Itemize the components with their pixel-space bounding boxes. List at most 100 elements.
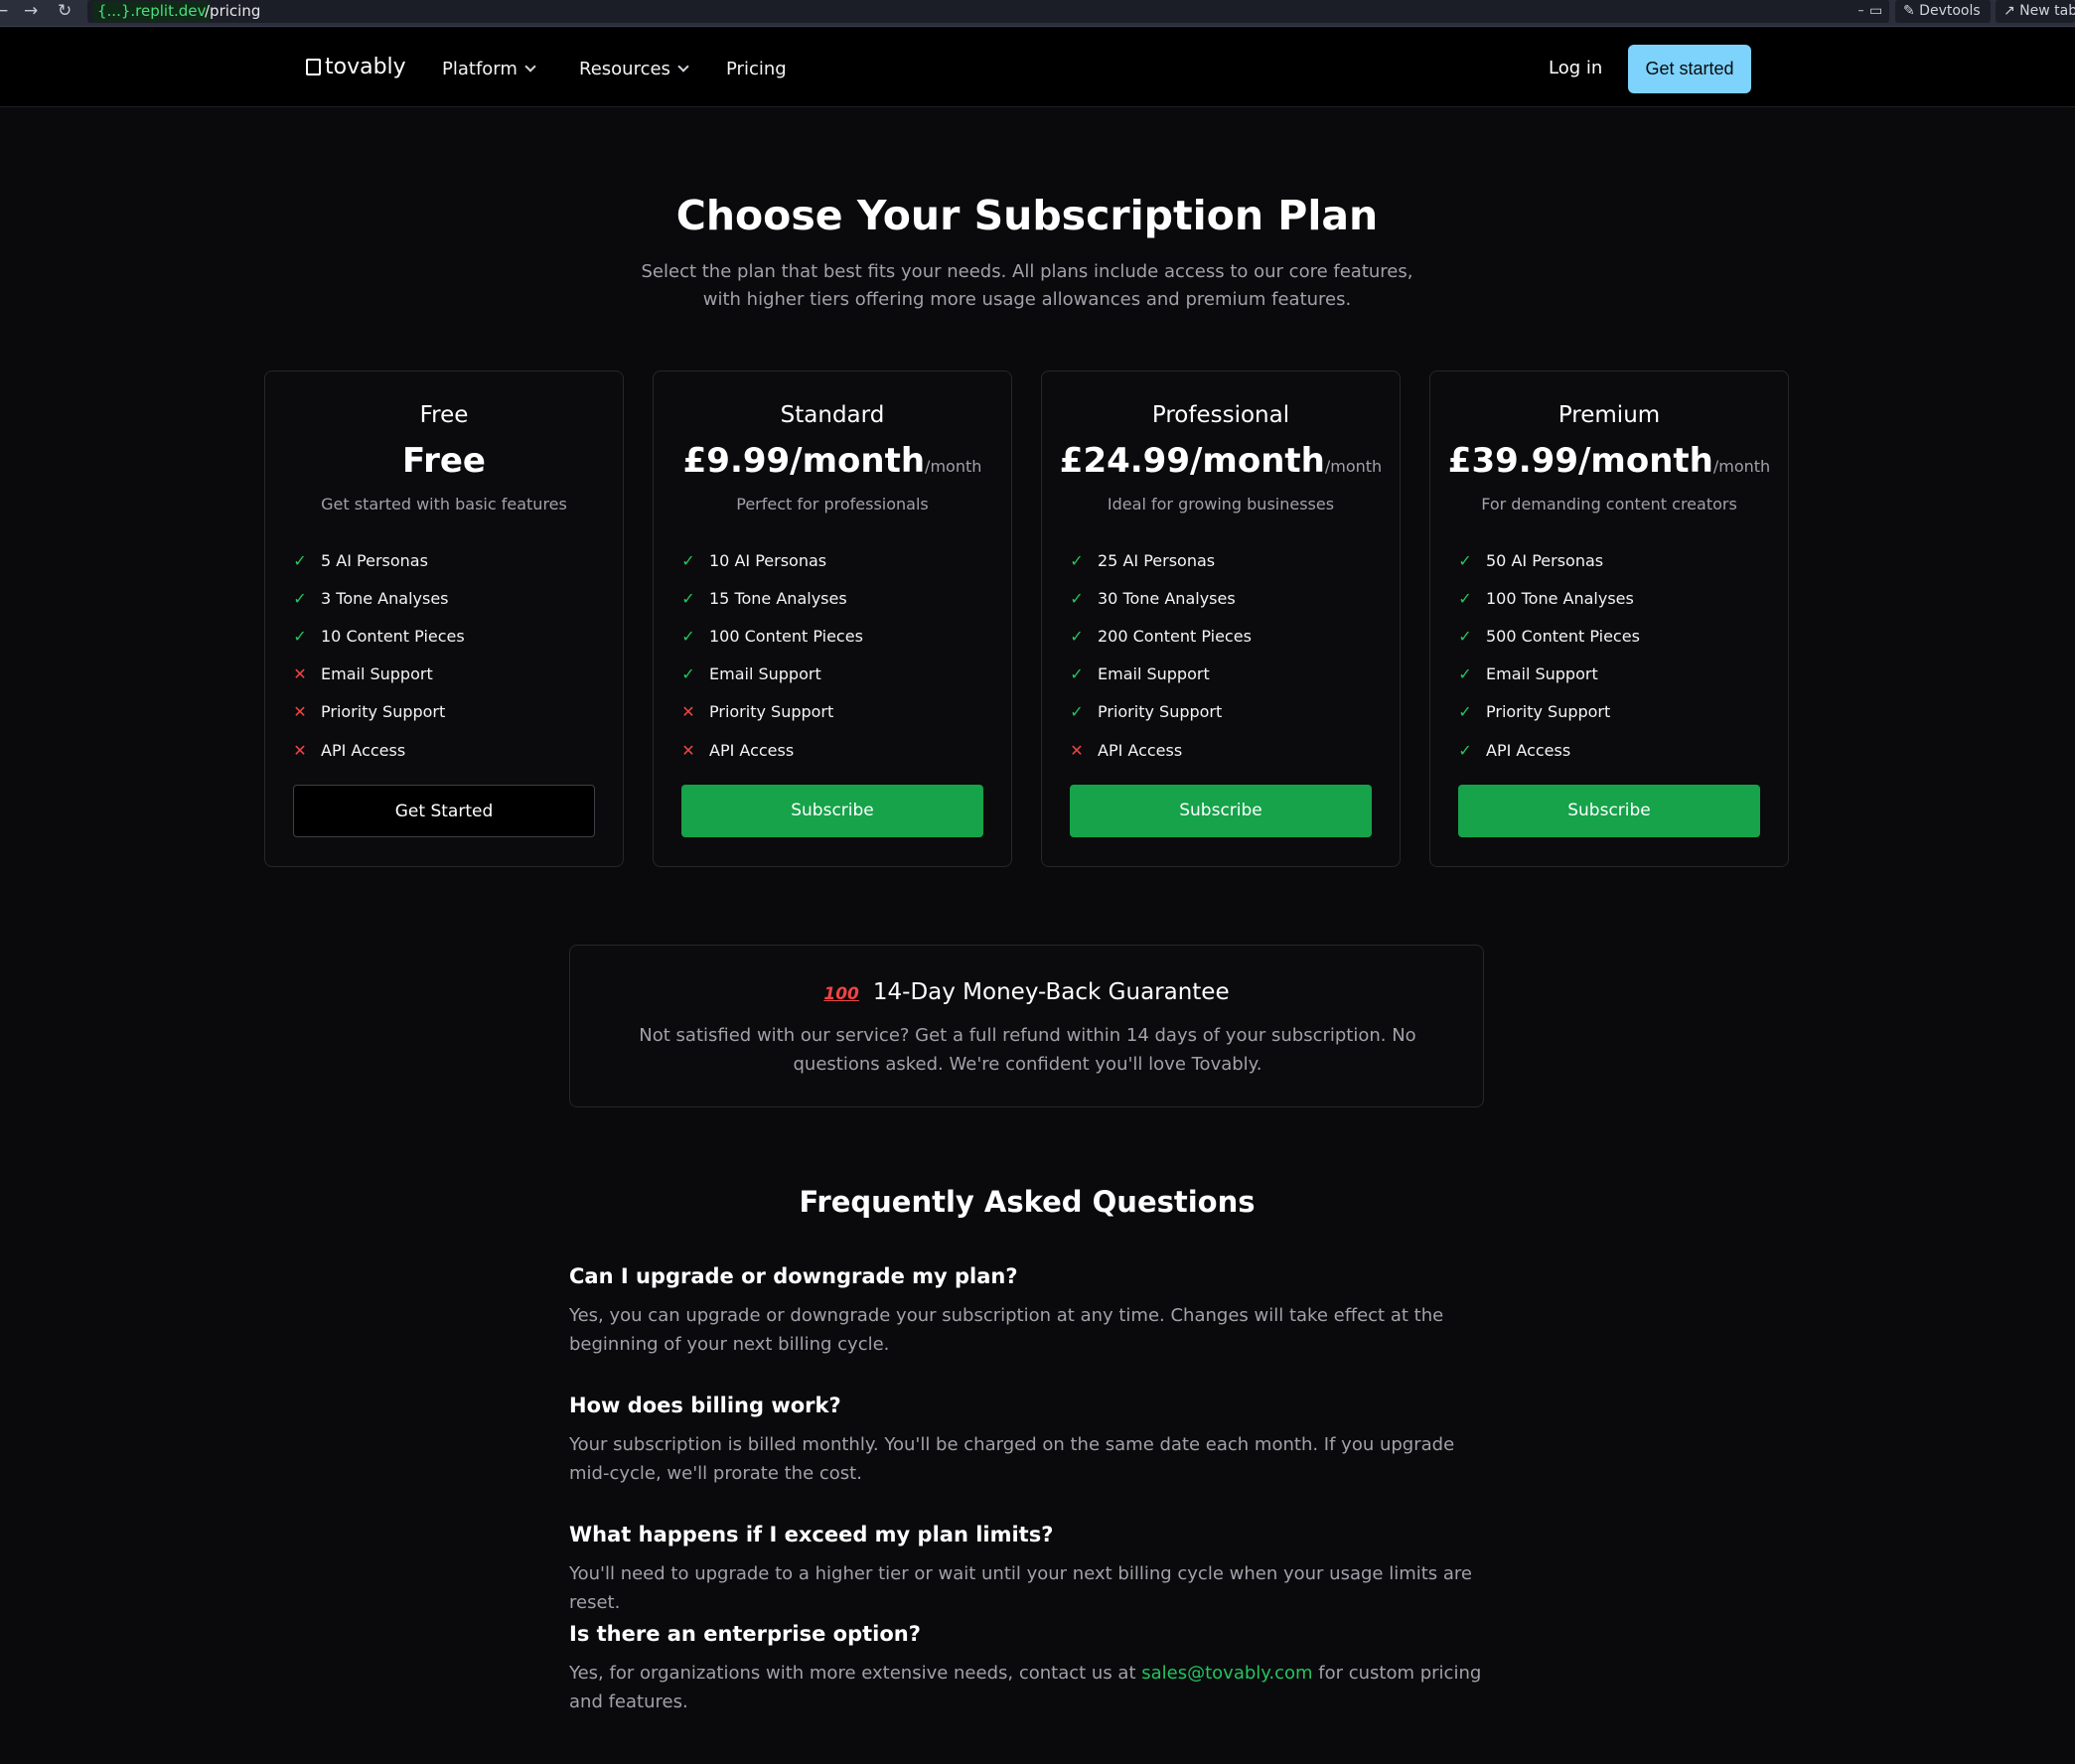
check-icon: ✓ (681, 588, 695, 608)
check-icon: ✓ (1458, 626, 1472, 646)
nav-pricing[interactable]: Pricing (726, 59, 787, 79)
feature-item: ✓ API Access (1458, 731, 1640, 769)
check-icon: ✓ (1458, 664, 1472, 684)
feature-list: ✓ 25 AI Personas ✓ 30 Tone Analyses ✓ 200 Con… (1070, 541, 1252, 769)
logo-mark-icon (306, 59, 321, 75)
faq-item: What happens if I exceed my plan limits?… (569, 1523, 1484, 1617)
plan-price-row: £9.99/month/month (654, 441, 1011, 481)
plan-get-started-button[interactable]: Get Started (293, 785, 595, 837)
feature-item: ✓ 15 Tone Analyses (681, 579, 863, 617)
feature-label: Priority Support (1486, 702, 1611, 722)
login-link[interactable]: Log in (1549, 58, 1602, 78)
guarantee-title-row: 100 14-Day Money-Back Guarantee (570, 979, 1483, 1005)
faq-item: Is there an enterprise option? Yes, for … (569, 1622, 1484, 1716)
feature-label: 100 Tone Analyses (1486, 588, 1634, 608)
feature-item: ✕ API Access (293, 731, 465, 769)
check-icon: ✓ (1070, 626, 1084, 646)
forward-icon[interactable]: → (24, 0, 38, 22)
faq-item: How does billing work? Your subscription… (569, 1394, 1484, 1488)
feature-label: 500 Content Pieces (1486, 626, 1640, 646)
plan-subscribe-button[interactable]: Subscribe (1070, 785, 1372, 837)
plan-period: /month (1712, 457, 1771, 476)
screen-icon[interactable]: ▭ (1863, 0, 1889, 23)
check-icon: ✓ (293, 626, 307, 646)
nav-platform[interactable]: Platform (442, 59, 536, 79)
x-icon: ✕ (681, 740, 695, 760)
site-header: tovably Platform Resources Pricing Log i… (0, 28, 2075, 107)
plan-description: Perfect for professionals (736, 495, 929, 514)
feature-item: ✓ 25 AI Personas (1070, 541, 1252, 579)
feature-item: ✓ Priority Support (1070, 693, 1252, 731)
nav-resources[interactable]: Resources (579, 59, 689, 79)
faq-answer: You'll need to upgrade to a higher tier … (569, 1563, 1472, 1613)
feature-list: ✓ 5 AI Personas ✓ 3 Tone Analyses ✓ 10 Conten… (293, 541, 465, 769)
plan-description: Ideal for growing businesses (1107, 495, 1335, 514)
url-path: /pricing (205, 2, 261, 20)
feature-item: ✓ 200 Content Pieces (1070, 617, 1252, 655)
guarantee-title: 14-Day Money-Back Guarantee (872, 979, 1230, 1005)
plan-card-standard: Standard £9.99/month/month Perfect for p… (653, 370, 1012, 867)
plan-card-premium: Premium £39.99/month/month For demanding… (1429, 370, 1789, 867)
feature-item: ✕ Email Support (293, 656, 465, 693)
faq-question: Can I upgrade or downgrade my plan? (569, 1264, 1018, 1288)
sales-email-link[interactable]: sales@tovably.com (1141, 1663, 1312, 1684)
plan-name: Premium (1557, 402, 1661, 428)
browser-toolbar: ← → ↻ {...}.replit.dev /pricing → ▭ ✎ De… (0, 0, 2075, 27)
plan-period: /month (1324, 457, 1383, 476)
plan-subscribe-button[interactable]: Subscribe (1458, 785, 1760, 837)
feature-item: ✓ 3 Tone Analyses (293, 579, 465, 617)
new-tab-button[interactable]: ↗ New tab (1996, 0, 2075, 23)
feature-label: 50 AI Personas (1486, 550, 1604, 570)
feature-item: ✓ 10 Content Pieces (293, 617, 464, 655)
feature-item: ✓ Priority Support (1458, 693, 1640, 731)
get-started-button[interactable]: Get started (1628, 45, 1751, 93)
check-icon: ✓ (1458, 702, 1472, 722)
x-icon: ✕ (681, 702, 695, 722)
check-icon: ✓ (293, 550, 307, 570)
feature-list: ✓ 50 AI Personas ✓ 100 Tone Analyses ✓ 500 Co… (1458, 541, 1640, 769)
nav-resources-label: Resources (579, 59, 670, 79)
feature-item: ✓ 50 AI Personas (1458, 541, 1640, 579)
x-icon: ✕ (293, 740, 307, 760)
x-icon: ✕ (293, 702, 307, 722)
reload-icon[interactable]: ↻ (58, 0, 72, 22)
feature-item: ✕ Priority Support (293, 693, 465, 731)
hundred-points-icon: 100 (823, 984, 859, 1004)
faq-item: Can I upgrade or downgrade my plan? Yes,… (569, 1264, 1484, 1359)
plan-card-free: Free Free Get started with basic feature… (264, 370, 624, 867)
check-icon: ✓ (1458, 588, 1472, 608)
plan-price: £39.99/month (1447, 441, 1713, 481)
feature-label: Priority Support (1098, 702, 1223, 722)
plan-card-professional: Professional £24.99/month/month Ideal fo… (1041, 370, 1401, 867)
chevron-down-icon (677, 60, 689, 73)
feature-label: 15 Tone Analyses (709, 588, 847, 608)
feature-item: ✓ 30 Tone Analyses (1070, 579, 1252, 617)
feature-label: Email Support (321, 664, 433, 684)
plan-price: Free (402, 441, 486, 481)
feature-item: ✓ Email Support (1070, 656, 1252, 693)
devtools-button[interactable]: ✎ Devtools (1895, 0, 1991, 23)
feature-item: ✓ 100 Tone Analyses (1458, 579, 1640, 617)
plan-price-row: Free (265, 441, 623, 481)
back-icon[interactable]: ← (0, 0, 8, 22)
plan-subscribe-button[interactable]: Subscribe (681, 785, 983, 837)
plan-description: For demanding content creators (1481, 495, 1737, 514)
feature-label: Email Support (1098, 664, 1210, 684)
faq-answer-text: Yes, for organizations with more extensi… (569, 1663, 1142, 1684)
feature-label: Email Support (709, 664, 821, 684)
feature-label: 100 Content Pieces (709, 626, 863, 646)
check-icon: ✓ (1070, 702, 1084, 722)
feature-item: ✕ API Access (1070, 731, 1252, 769)
feature-label: 30 Tone Analyses (1098, 588, 1236, 608)
logo[interactable]: tovably (306, 55, 406, 79)
address-bar[interactable]: {...}.replit.dev /pricing → (87, 0, 1877, 23)
feature-label: Priority Support (321, 702, 446, 722)
feature-item: ✓ 5 AI Personas (293, 541, 465, 579)
nav-platform-label: Platform (442, 59, 518, 79)
plan-price: £24.99/month (1059, 441, 1325, 481)
plan-name: Free (419, 402, 469, 428)
check-icon: ✓ (1070, 588, 1084, 608)
page-subtitle: Select the plan that best fits your need… (641, 261, 1413, 310)
logo-text: tovably (325, 55, 406, 79)
x-icon: ✕ (293, 664, 307, 684)
